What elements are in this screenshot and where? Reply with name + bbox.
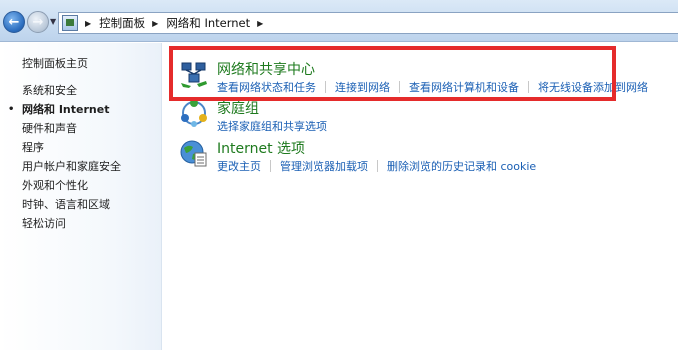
sidebar-item-label: 程序 <box>22 141 44 154</box>
sidebar-item-label: 系统和安全 <box>22 84 77 97</box>
sidebar-item-label: 时钟、语言和区域 <box>22 198 110 211</box>
sidebar-item-programs[interactable]: 程序 <box>22 138 121 157</box>
sidebar-item-network-internet[interactable]: • 网络和 Internet <box>8 100 121 119</box>
breadcrumb-control-panel[interactable]: 控制面板 <box>99 15 145 31</box>
back-button[interactable]: ← <box>3 11 25 33</box>
navigation-bar: ← → ▼ ▶ 控制面板 ▶ 网络和 Internet ▶ <box>0 0 678 42</box>
sidebar-item-system-security[interactable]: 系统和安全 <box>22 81 121 100</box>
sidebar-item-label: 外观和个性化 <box>22 179 88 192</box>
breadcrumb-separator-icon[interactable]: ▶ <box>257 19 263 28</box>
main-content: 网络和共享中心 查看网络状态和任务 连接到网络 查看网络计算机和设备 将无线设备… <box>163 43 678 350</box>
sidebar-category-list: 系统和安全 • 网络和 Internet 硬件和声音 程序 用户帐户和家庭安全 … <box>8 81 121 233</box>
forward-arrow-icon: → <box>32 14 44 30</box>
address-bar[interactable]: ▶ 控制面板 ▶ 网络和 Internet ▶ <box>58 12 678 34</box>
category-links: 选择家庭组和共享选项 <box>217 118 327 134</box>
category-title[interactable]: Internet 选项 <box>217 138 305 158</box>
internet-options-icon[interactable] <box>179 138 209 168</box>
homegroup-icon[interactable] <box>179 98 209 128</box>
highlight-box <box>169 46 616 101</box>
control-panel-icon <box>62 15 78 31</box>
sidebar-item-clock-language-region[interactable]: 时钟、语言和区域 <box>22 195 121 214</box>
link-divider <box>377 160 378 172</box>
category-links: 更改主页 管理浏览器加载项 删除浏览的历史记录和 cookie <box>217 158 536 174</box>
manage-browser-addons-link[interactable]: 管理浏览器加载项 <box>280 158 368 174</box>
back-arrow-icon: ← <box>8 14 20 30</box>
control-panel-home-link[interactable]: 控制面板主页 <box>22 55 88 71</box>
sidebar-item-label: 网络和 Internet <box>22 103 110 116</box>
sidebar-item-label: 用户帐户和家庭安全 <box>22 160 121 173</box>
sidebar-item-label: 硬件和声音 <box>22 122 77 135</box>
active-bullet-icon: • <box>8 104 15 115</box>
forward-button[interactable]: → <box>27 11 49 33</box>
sidebar-item-hardware-sound[interactable]: 硬件和声音 <box>22 119 121 138</box>
homegroup-sharing-options-link[interactable]: 选择家庭组和共享选项 <box>217 118 327 134</box>
breadcrumb-network-internet[interactable]: 网络和 Internet <box>166 15 250 31</box>
sidebar-item-label: 轻松访问 <box>22 217 66 230</box>
delete-browsing-history-link[interactable]: 删除浏览的历史记录和 cookie <box>387 158 536 174</box>
breadcrumb-separator-icon[interactable]: ▶ <box>85 19 91 28</box>
sidebar: 控制面板主页 系统和安全 • 网络和 Internet 硬件和声音 程序 用户帐… <box>0 43 162 350</box>
sidebar-item-user-accounts[interactable]: 用户帐户和家庭安全 <box>22 157 121 176</box>
change-home-page-link[interactable]: 更改主页 <box>217 158 261 174</box>
sidebar-item-appearance[interactable]: 外观和个性化 <box>22 176 121 195</box>
sidebar-item-ease-of-access[interactable]: 轻松访问 <box>22 214 121 233</box>
recent-pages-dropdown-icon[interactable]: ▼ <box>50 17 56 26</box>
breadcrumb-separator-icon[interactable]: ▶ <box>152 19 158 28</box>
link-divider <box>270 160 271 172</box>
category-title[interactable]: 家庭组 <box>217 98 259 118</box>
